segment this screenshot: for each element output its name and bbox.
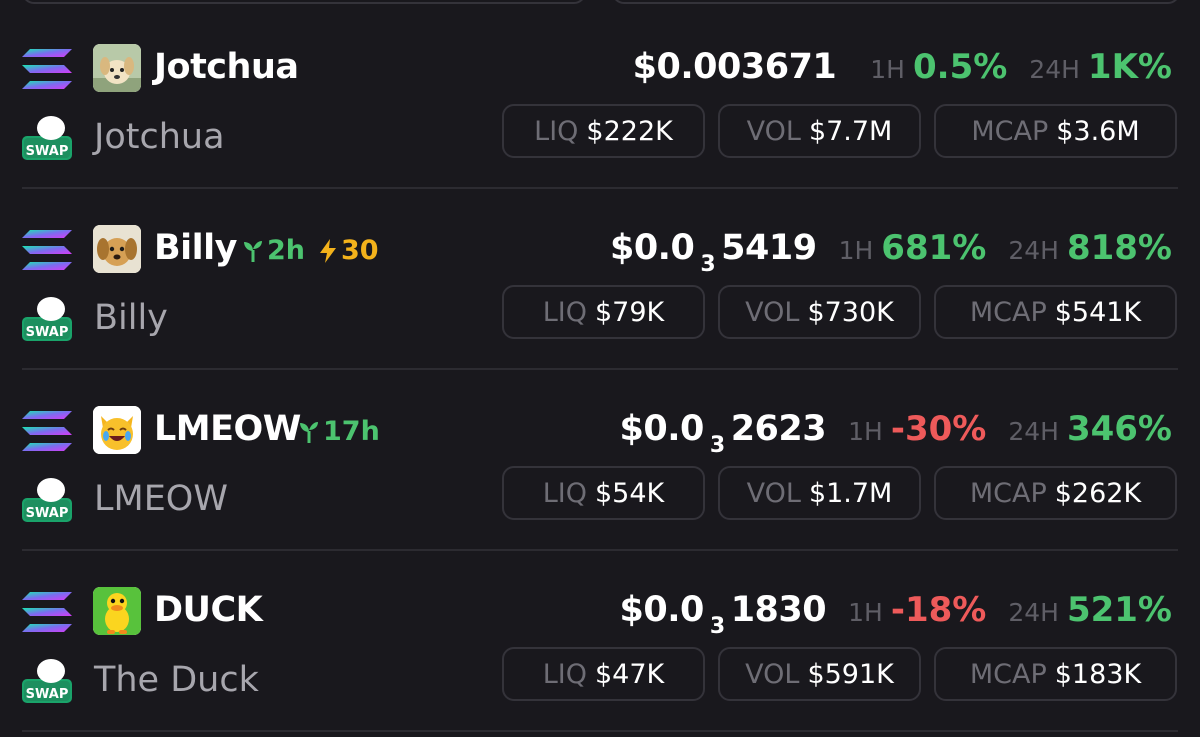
price-line: $0.0 3 1830 1H -18% 24H 521% xyxy=(619,587,1172,639)
change-1h: 681% xyxy=(881,228,987,268)
swap-label: SWAP xyxy=(26,687,69,702)
token-name: Billy xyxy=(94,298,168,338)
change-24h-label: 24H xyxy=(1008,236,1059,265)
volume-pill: VOL $591K xyxy=(718,647,921,701)
token-symbol: DUCK xyxy=(154,590,263,630)
sprout-icon xyxy=(244,241,262,262)
change-1h: -18% xyxy=(890,590,987,630)
swap-icon: SWAP xyxy=(22,116,72,160)
swap-icon: SWAP xyxy=(22,659,72,703)
puppy-avatar xyxy=(93,44,141,92)
token-name: Jotchua xyxy=(94,117,225,157)
change-24h: 1K% xyxy=(1087,47,1172,87)
token-symbol: LMEOW xyxy=(154,409,301,449)
price-line: $0.0 3 5419 1H 681% 24H 818% xyxy=(609,225,1172,277)
swap-icon: SWAP xyxy=(22,478,72,522)
solana-icon xyxy=(22,49,72,89)
token-price: $0.0 3 2623 xyxy=(619,409,827,458)
change-1h-label: 1H xyxy=(870,55,905,84)
solana-icon xyxy=(22,230,72,270)
token-row[interactable]: Jotchua SWAP Jotchua $0.003671 1H 0.5% 2… xyxy=(0,0,1200,180)
change-1h-label: 1H xyxy=(848,417,883,446)
token-symbol: Jotchua xyxy=(154,47,299,87)
price-line: $0.0 3 2623 1H -30% 24H 346% xyxy=(619,406,1172,458)
duck-avatar xyxy=(93,587,141,635)
market-cap-pill: MCAP $183K xyxy=(934,647,1177,701)
change-24h-label: 24H xyxy=(1008,417,1059,446)
market-cap-pill: MCAP $541K xyxy=(934,285,1177,339)
solana-icon xyxy=(22,592,72,632)
swap-label: SWAP xyxy=(26,506,69,521)
token-boost: 30 xyxy=(319,236,379,266)
liquidity-pill: LIQ $54K xyxy=(502,466,705,520)
token-price: $0.0 3 1830 xyxy=(619,590,827,639)
token-name: The Duck xyxy=(94,660,259,700)
token-age: 17h xyxy=(299,417,380,447)
swap-label: SWAP xyxy=(26,144,69,159)
change-1h-label: 1H xyxy=(838,236,874,265)
volume-pill: VOL $730K xyxy=(718,285,921,339)
token-price: $0.0 3 5419 xyxy=(609,228,817,277)
change-1h-label: 1H xyxy=(848,598,883,627)
puppy-avatar xyxy=(93,225,141,273)
change-24h: 818% xyxy=(1066,228,1172,268)
swap-icon: SWAP xyxy=(22,297,72,341)
market-cap-pill: MCAP $262K xyxy=(934,466,1177,520)
liquidity-pill: LIQ $222K xyxy=(502,104,705,158)
change-1h: 0.5% xyxy=(913,47,1008,87)
volume-pill: VOL $1.7M xyxy=(718,466,921,520)
token-name: LMEOW xyxy=(94,479,228,519)
laughing-cat-avatar xyxy=(93,406,141,454)
market-cap-pill: MCAP $3.6M xyxy=(934,104,1177,158)
volume-pill: VOL $7.7M xyxy=(718,104,921,158)
token-tags: 2h 30 xyxy=(243,236,379,266)
swap-label: SWAP xyxy=(26,325,69,340)
price-line: $0.003671 1H 0.5% 24H 1K% xyxy=(633,44,1172,95)
token-row[interactable]: LMEOW 17h SWAP LMEOW $0.0 3 2623 1H -30% 2… xyxy=(0,362,1200,542)
change-24h-label: 24H xyxy=(1029,55,1080,84)
sprout-icon xyxy=(300,422,318,443)
token-row[interactable]: Billy 2h 30 SWAP Billy $0.0 3 5419 1H 681%… xyxy=(0,181,1200,361)
token-symbol: Billy xyxy=(154,228,237,268)
change-1h: -30% xyxy=(890,409,987,449)
change-24h: 521% xyxy=(1066,590,1172,630)
change-24h-label: 24H xyxy=(1008,598,1059,627)
token-tags: 17h xyxy=(299,417,380,447)
change-24h: 346% xyxy=(1066,409,1172,449)
token-age: 2h xyxy=(243,236,305,266)
row-divider xyxy=(22,730,1178,732)
token-price: $0.003671 xyxy=(632,47,837,87)
solana-icon xyxy=(22,411,72,451)
liquidity-pill: LIQ $79K xyxy=(502,285,705,339)
token-row[interactable]: DUCK SWAP The Duck $0.0 3 1830 1H -18% 24H… xyxy=(0,543,1200,723)
lightning-icon xyxy=(320,239,337,263)
liquidity-pill: LIQ $47K xyxy=(502,647,705,701)
